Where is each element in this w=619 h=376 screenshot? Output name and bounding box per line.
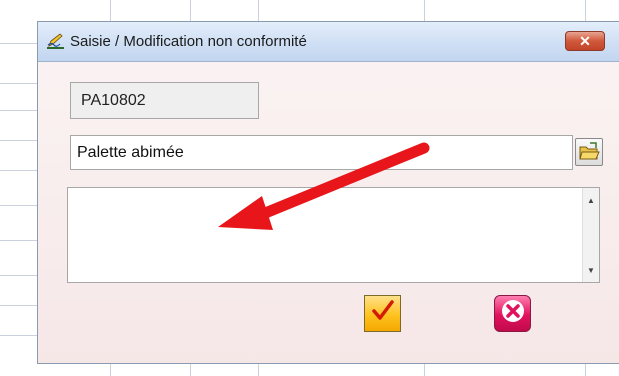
code-field[interactable]: PA10802 [70, 82, 259, 119]
validate-button[interactable] [364, 295, 401, 332]
dialog-title: Saisie / Modification non conformité [70, 33, 307, 50]
edit-pen-icon [46, 32, 66, 52]
scroll-down-icon[interactable]: ▼ [583, 262, 599, 278]
window-close-icon: ✕ [579, 32, 591, 49]
cancel-button[interactable] [494, 295, 531, 332]
browse-folder-button[interactable] [575, 138, 603, 166]
non-conformity-dialog: Saisie / Modification non conformité ✕ P… [37, 21, 619, 364]
window-close-button[interactable]: ✕ [565, 31, 605, 51]
scroll-up-icon[interactable]: ▲ [583, 192, 599, 208]
dialog-body: PA10802 Palette abimée ▲ ▼ [38, 62, 619, 363]
close-x-icon [500, 298, 526, 329]
dialog-titlebar[interactable]: Saisie / Modification non conformité ✕ [38, 22, 619, 62]
open-folder-icon [576, 142, 602, 169]
check-icon [370, 298, 396, 329]
comment-scrollbar[interactable]: ▲ ▼ [582, 188, 599, 282]
nonconformity-label-field[interactable]: Palette abimée [70, 135, 573, 170]
comment-textarea[interactable]: ▲ ▼ [67, 187, 600, 283]
